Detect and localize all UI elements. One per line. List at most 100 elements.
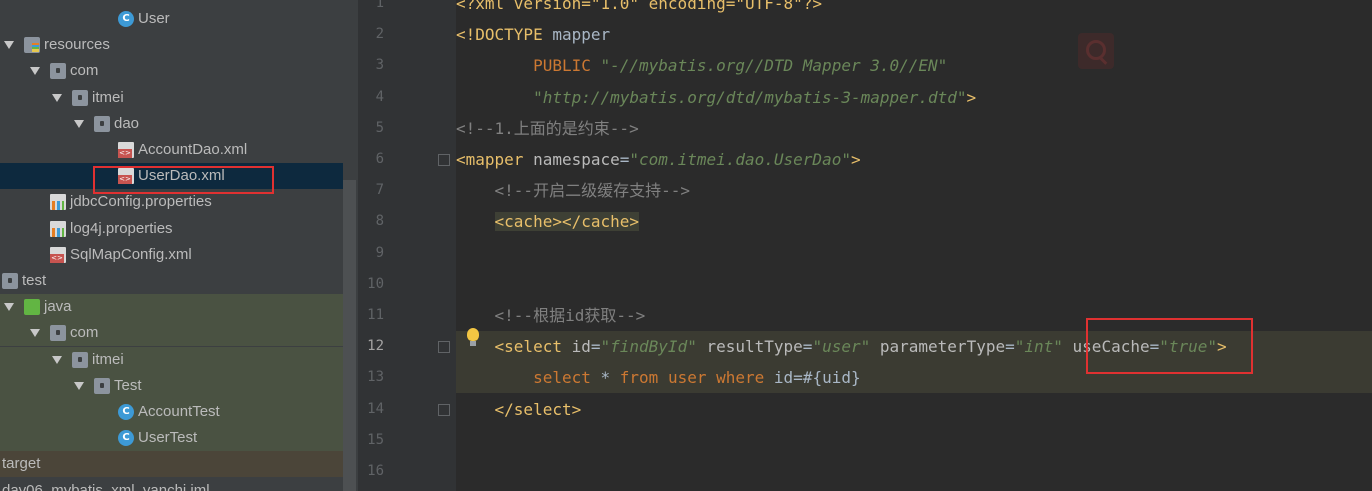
tree-item[interactable]: target [0,451,343,478]
code-token: <mapper [456,150,534,169]
code-token: <!DOCTYPE [456,25,553,45]
code-token: user [667,368,717,388]
expand-arrow-icon[interactable] [4,41,14,50]
tree-item[interactable]: dao [0,111,343,137]
tree-item-label: UserTest [138,429,198,447]
tree-item-label: Test [114,376,142,394]
code-line[interactable]: <!--根据id获取--> [456,300,646,331]
fold-marker-icon[interactable] [438,341,450,354]
tree-item[interactable]: C UserTest [0,425,343,452]
tree-item[interactable]: log4j.properties [0,216,343,242]
line-number: 5 [375,119,384,136]
code-token: "com.itmei.dao.UserDao" [629,150,851,169]
fold-marker-icon[interactable] [438,403,450,416]
code-token: id [571,337,591,357]
line-number: 11 [367,307,384,323]
code-token: from [619,368,668,388]
tree-item-label: SqlMapConfig.xml [70,245,192,263]
code-token: </select> [494,399,582,419]
intention-bulb-icon[interactable] [465,328,481,350]
expand-arrow-icon[interactable] [74,119,84,128]
code-token: PUBLIC [456,56,601,76]
tree-item[interactable]: day06_mybatis_xml_yanchi.iml [0,478,343,491]
package-folder-icon [50,325,66,342]
code-token: "-//mybatis.org//DTD Mapper 3.0//EN" [600,56,948,76]
code-token: <!--开启二级缓存支持--> [494,181,690,201]
tree-item-label: com [70,324,99,342]
properties-file-icon [50,194,66,211]
package-folder-icon [94,377,110,394]
code-token: = [1005,337,1015,357]
tree-item[interactable]: AccountDao.xml [0,137,343,163]
code-token: <select [494,337,572,357]
line-number: 10 [367,275,384,292]
code-token: "findById" [600,337,697,357]
code-token: "user" [812,337,871,357]
code-token: resultType [696,337,803,357]
code-token: id=#{uid} [773,368,861,388]
tree-item-label: target [2,455,41,473]
tree-item[interactable]: Test [0,372,343,399]
tree-item-label: User [138,10,170,27]
tree-item[interactable]: com [0,58,343,84]
xml-file-icon [50,246,66,263]
code-token: <cache></cache> [494,212,640,232]
expand-arrow-icon[interactable] [30,67,40,76]
code-line[interactable]: <cache></cache> [456,206,640,237]
code-token: = [590,337,601,357]
expand-arrow-icon[interactable] [74,381,84,390]
project-tree-scrollbar[interactable] [343,180,356,491]
code-line[interactable]: </select> [456,394,582,425]
tree-item-label: itmei [92,350,124,368]
code-token: > [850,150,861,169]
tree-item-label: dao [114,114,140,132]
tree-item[interactable]: C User [0,6,343,32]
line-number: 2 [375,26,384,43]
code-line[interactable]: <!DOCTYPE mapper [456,19,610,50]
tree-item[interactable]: itmei [0,85,343,111]
code-token: > [966,87,977,107]
line-number: 4 [375,88,384,105]
line-number: 16 [367,463,384,479]
tree-item[interactable]: com [0,320,343,347]
properties-file-icon [50,220,66,237]
expand-arrow-icon[interactable] [52,355,62,364]
code-token: select [533,368,601,388]
project-tree-panel: CUserresourcescomitmeidaoAccountDao.xmlU… [0,0,358,491]
code-line[interactable]: <!--开启二级缓存支持--> [456,175,690,206]
line-number: 15 [367,431,384,448]
tree-item[interactable]: itmei [0,346,343,373]
tree-item-label: java [44,298,72,316]
tree-item[interactable]: java [0,294,343,321]
code-line[interactable]: "http://mybatis.org/dtd/mybatis-3-mapper… [456,82,976,113]
expand-arrow-icon[interactable] [52,93,62,102]
tree-item-label: day06_mybatis_xml_yanchi.iml [2,481,210,491]
package-folder-icon [94,115,110,132]
highlight-box-usecache [1086,318,1253,374]
code-token: parameterType [870,337,1006,357]
tree-item[interactable]: resources [0,32,343,58]
expand-arrow-icon[interactable] [4,303,14,312]
resources-folder-icon [24,37,40,54]
highlight-box-selected-file [93,166,274,194]
code-line[interactable]: select * from user where id=#{uid} [456,362,861,393]
search-everywhere-icon[interactable] [1078,33,1114,69]
package-folder-icon [72,351,88,368]
expand-arrow-icon[interactable] [30,329,40,338]
xml-file-icon [118,142,134,158]
fold-marker-icon[interactable] [438,154,450,166]
code-token: = [802,337,813,357]
tree-item[interactable]: test [0,268,343,294]
code-line[interactable]: <!--1.上面的是约束--> [456,113,639,144]
code-line[interactable]: <?xml version="1.0" encoding="UTF-8"?> [456,0,822,19]
tree-item[interactable]: C AccountTest [0,399,343,425]
code-line[interactable]: PUBLIC "-//mybatis.org//DTD Mapper 3.0//… [456,50,947,81]
tree-item[interactable]: SqlMapConfig.xml [0,242,343,268]
code-token: = [619,150,630,169]
code-token: "http://mybatis.org/dtd/mybatis-3-mapper… [533,87,967,107]
test-source-folder-icon [24,299,40,316]
code-line[interactable]: <mapper namespace="com.itmei.dao.UserDao… [456,144,861,175]
